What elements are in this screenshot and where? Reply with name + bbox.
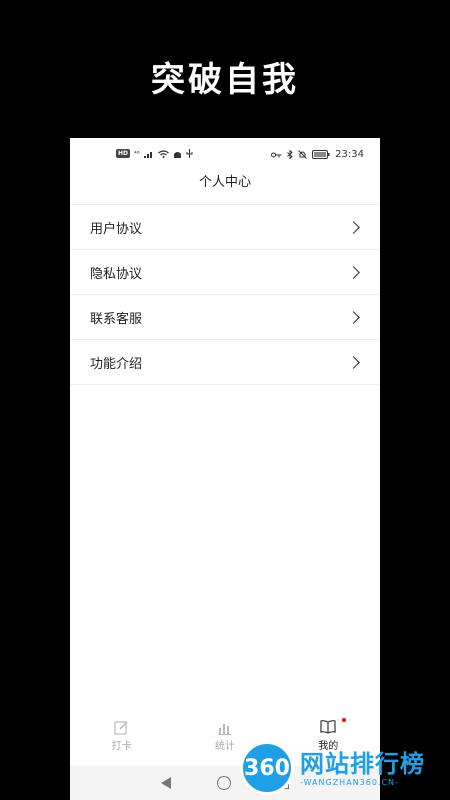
signal-icon bbox=[143, 151, 152, 158]
hd-badge: HD bbox=[116, 149, 131, 158]
watermark-main-text: 网站排行榜 bbox=[300, 749, 425, 778]
status-right: 23:34 bbox=[271, 149, 364, 160]
menu-item-label: 用户协议 bbox=[90, 221, 143, 237]
signal-label: ⁴⁶ bbox=[134, 149, 140, 158]
menu-item-label: 隐私协议 bbox=[90, 266, 143, 282]
key-icon bbox=[271, 152, 282, 157]
banner-title: 突破自我 bbox=[151, 60, 299, 100]
settings-menu: 用户协议 隐私协议 联系客服 功能介绍 bbox=[70, 204, 380, 385]
status-left: HD ⁴⁶ bbox=[116, 149, 193, 158]
tab-checkin[interactable]: 打卡 bbox=[77, 713, 167, 752]
menu-item-user-agreement[interactable]: 用户协议 bbox=[70, 205, 380, 250]
watermark-logo: 360 网站排行榜 -WANGZHAN360.CN- bbox=[240, 736, 450, 800]
menu-item-feature-intro[interactable]: 功能介绍 bbox=[70, 340, 380, 385]
bar-chart-icon bbox=[218, 723, 232, 735]
android-icon bbox=[173, 151, 181, 158]
status-bar: HD ⁴⁶ 23:34 bbox=[70, 138, 380, 174]
chevron-right-icon bbox=[347, 265, 360, 279]
book-icon bbox=[320, 720, 336, 734]
watermark-sub-text: -WANGZHAN360.CN- bbox=[300, 777, 399, 787]
chevron-right-icon bbox=[347, 355, 360, 369]
mute-icon bbox=[298, 150, 308, 159]
menu-item-contact-support[interactable]: 联系客服 bbox=[70, 295, 380, 340]
chevron-right-icon bbox=[347, 220, 360, 234]
wifi-icon bbox=[157, 149, 169, 158]
tab-label: 打卡 bbox=[111, 741, 132, 752]
menu-item-label: 联系客服 bbox=[90, 311, 143, 327]
nav-back-icon[interactable] bbox=[161, 777, 171, 789]
chevron-right-icon bbox=[347, 310, 360, 324]
phone-screen: HD ⁴⁶ 23:34 个人中心 用户协议 隐私协议 联系客服 功能介绍 打卡 … bbox=[70, 138, 380, 800]
menu-item-privacy-agreement[interactable]: 隐私协议 bbox=[70, 250, 380, 295]
usb-icon bbox=[186, 149, 193, 158]
edit-icon bbox=[114, 720, 128, 735]
battery-icon bbox=[312, 150, 330, 159]
status-time: 23:34 bbox=[335, 149, 364, 160]
nav-home-icon[interactable] bbox=[217, 776, 231, 790]
page-title: 个人中心 bbox=[198, 175, 251, 190]
bluetooth-icon bbox=[287, 150, 293, 159]
watermark-360-badge: 360 bbox=[240, 741, 294, 795]
menu-item-label: 功能介绍 bbox=[90, 356, 143, 372]
